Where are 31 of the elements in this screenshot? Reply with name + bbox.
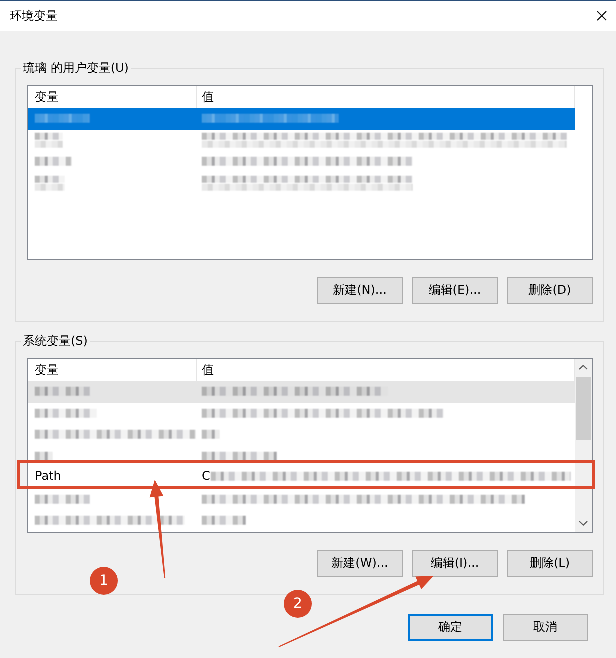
blurred-text — [35, 452, 53, 461]
scrollbar-thumb[interactable] — [576, 377, 591, 440]
action-button[interactable]: 编辑(I)... — [412, 550, 498, 577]
action-button[interactable]: 新建(N)... — [317, 277, 403, 304]
action-button[interactable]: 编辑(E)... — [412, 277, 498, 304]
blurred-text — [35, 387, 90, 396]
chevron-down-icon[interactable] — [579, 521, 588, 526]
chevron-up-icon[interactable] — [579, 365, 588, 370]
list-row[interactable]: Path C — [16, 460, 595, 488]
group-label: 系统变量(S) — [22, 334, 89, 348]
action-button[interactable]: 删除(D) — [507, 277, 593, 304]
action-button[interactable]: 删除(L) — [507, 550, 593, 577]
blurred-text — [35, 114, 90, 124]
window-title: 环境变量 — [10, 8, 59, 24]
blurred-text — [35, 176, 65, 191]
group-label: 琉璃 的用户变量(U) — [22, 61, 130, 75]
blurred-text — [202, 516, 246, 526]
blurred-text — [35, 494, 90, 504]
variable-value: C — [202, 468, 210, 484]
dialog-button[interactable]: 取消 — [503, 614, 588, 641]
blurred-text — [202, 430, 220, 440]
blurred-text — [35, 408, 97, 418]
scrollbar[interactable] — [575, 359, 592, 532]
dialog-button[interactable]: 确定 — [408, 614, 493, 641]
variable-name: Path — [35, 468, 62, 484]
action-button[interactable]: 新建(W)... — [317, 550, 403, 577]
blurred-text — [35, 132, 63, 148]
blurred-text — [35, 157, 72, 166]
step-badge: 2 — [284, 590, 312, 618]
step-badge: 1 — [90, 567, 118, 595]
close-icon — [597, 11, 607, 21]
